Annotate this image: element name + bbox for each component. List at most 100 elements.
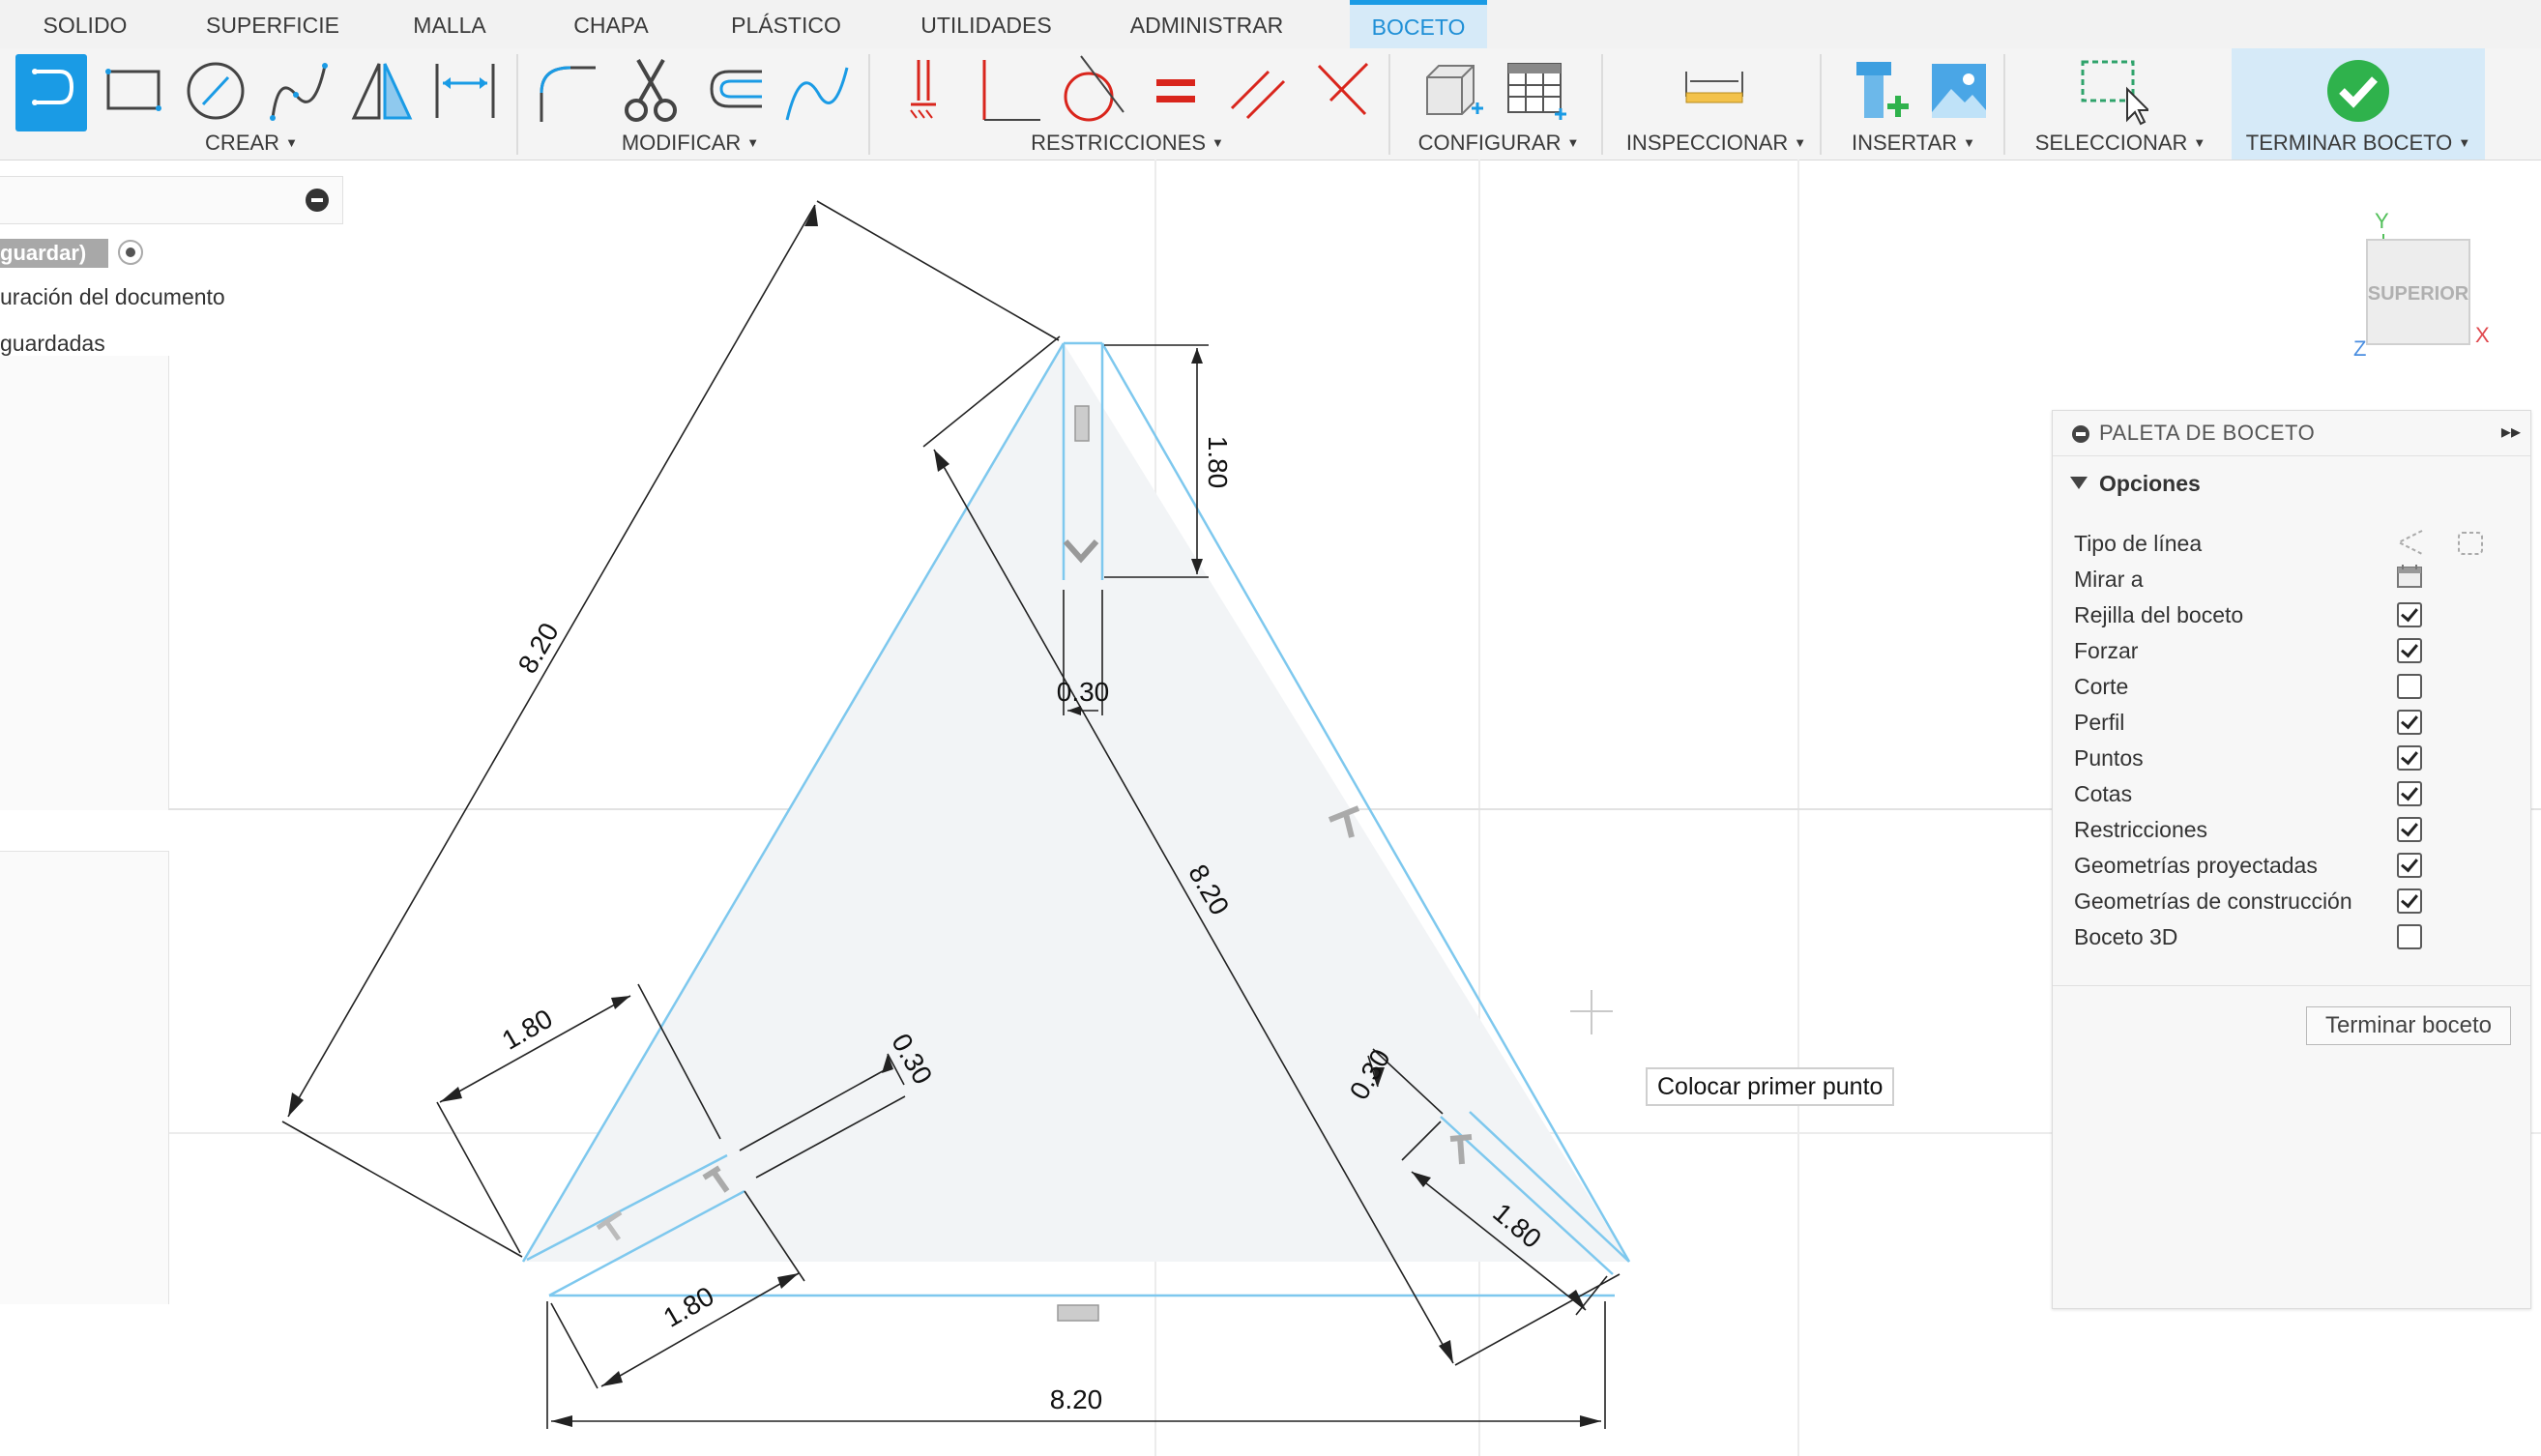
view-cube[interactable]: Y SUPERIOR X Z	[2340, 211, 2495, 365]
options-section-toggle[interactable]: Opciones	[2070, 471, 2201, 497]
separator	[516, 54, 518, 155]
palette-divider	[2053, 985, 2530, 986]
select-box-icon	[2081, 60, 2151, 126]
option-3d-sketch-checkbox[interactable]	[2397, 924, 2422, 949]
tab-plastico[interactable]: PLÁSTICO	[716, 0, 857, 48]
mirror-icon	[351, 63, 413, 120]
option-slice-checkbox[interactable]	[2397, 674, 2422, 699]
option-3d-sketch-label: Boceto 3D	[2074, 924, 2178, 949]
active-document-radio-icon[interactable]	[118, 240, 143, 265]
dimension-top-height[interactable]: 1.80	[1203, 436, 1233, 489]
constraints-menu[interactable]: RESTRICCIONES ▼	[1021, 128, 1234, 159]
insert-menu[interactable]: INSERTAR ▼	[1841, 128, 1986, 159]
rectangle-tool[interactable]	[97, 54, 168, 131]
centerline-icon[interactable]	[2453, 525, 2488, 560]
dimension-bottom-side[interactable]: 8.20	[1050, 1384, 1103, 1414]
ribbon-toolbar: CREAR ▼ MODIFICAR ▼ RESTRICCIONES ▼ CONF…	[0, 48, 2541, 160]
collapse-palette-icon[interactable]	[2072, 425, 2089, 443]
table-icon	[1507, 63, 1566, 120]
tab-solido[interactable]: SOLIDO	[0, 0, 170, 48]
create-menu[interactable]: CREAR ▼	[174, 128, 329, 159]
finish-sketch-tool[interactable]	[2322, 54, 2394, 131]
insert-image-tool[interactable]	[1924, 54, 1996, 131]
spline-tool[interactable]	[263, 54, 335, 131]
dimension-bottom-height[interactable]: 1.80	[658, 1281, 719, 1333]
curve-icon	[785, 67, 849, 121]
offset-tool[interactable]	[698, 54, 770, 131]
image-icon	[1932, 64, 1986, 118]
fillet-tool[interactable]	[532, 54, 603, 131]
palette-header[interactable]: PALETA DE BOCETO ▸▸	[2053, 411, 2530, 456]
offset-icon	[710, 70, 762, 108]
tangent-tool[interactable]	[1056, 54, 1127, 131]
option-profile-checkbox[interactable]	[2397, 710, 2422, 735]
browser-item-settings[interactable]: uración del documento	[0, 284, 225, 310]
option-construction-geometry-checkbox[interactable]	[2397, 888, 2422, 914]
option-look-at-label: Mirar a	[2074, 567, 2144, 592]
perpendicular-icon	[982, 60, 1040, 121]
parallel-tool[interactable]	[1222, 54, 1294, 131]
parallel-icon	[1230, 70, 1286, 120]
separator	[868, 54, 870, 155]
rectangle-icon	[105, 69, 161, 111]
equal-tool[interactable]	[1139, 54, 1211, 131]
expand-palette-icon[interactable]: ▸▸	[2501, 420, 2521, 444]
dimension-tool[interactable]	[429, 54, 501, 131]
browser-item-saved-views[interactable]: guardadas	[0, 331, 105, 357]
tab-chapa[interactable]: CHAPA	[551, 0, 671, 48]
option-points-label: Puntos	[2074, 745, 2144, 771]
dimension-top-gap[interactable]: 0.30	[1057, 677, 1110, 707]
select-tool[interactable]	[2077, 54, 2151, 131]
configure-table-tool[interactable]	[1501, 54, 1572, 131]
measure-tool[interactable]	[1679, 54, 1750, 131]
option-sketch-grid-label: Rejilla del boceto	[2074, 602, 2244, 627]
line-tool[interactable]	[15, 54, 87, 131]
browser-panel-lower	[0, 851, 169, 1304]
coincident-tool[interactable]	[1305, 54, 1377, 131]
separator	[2003, 54, 2005, 155]
perpendicular-tool[interactable]	[973, 54, 1044, 131]
construction-line-icon[interactable]	[2393, 525, 2432, 560]
tab-boceto[interactable]: BOCETO	[1350, 0, 1487, 53]
insert-mcmaster-tool[interactable]	[1843, 54, 1914, 131]
collapse-browser-icon[interactable]	[306, 189, 329, 212]
option-snap-checkbox[interactable]	[2397, 638, 2422, 663]
look-at-icon[interactable]	[2395, 562, 2424, 591]
select-menu[interactable]: SELECCIONAR ▼	[2029, 128, 2212, 159]
tangent-icon	[1064, 55, 1124, 122]
tab-malla[interactable]: MALLA	[387, 0, 512, 48]
axis-x-label: X	[2475, 323, 2490, 347]
fillet-icon	[540, 66, 596, 122]
finish-sketch-menu[interactable]: TERMINAR BOCETO ▼	[2239, 128, 2477, 159]
mirror-tool[interactable]	[346, 54, 418, 131]
circle-tool[interactable]	[180, 54, 251, 131]
conic-curve-tool[interactable]	[781, 54, 853, 131]
inspect-menu[interactable]: INSPECCIONAR ▼	[1624, 128, 1808, 159]
line-icon	[32, 69, 74, 105]
option-points-checkbox[interactable]	[2397, 745, 2422, 771]
option-projected-geometry-label: Geometrías proyectadas	[2074, 853, 2318, 878]
axis-z-label: Z	[2353, 336, 2366, 361]
option-projected-geometry-checkbox[interactable]	[2397, 853, 2422, 878]
option-constraints-checkbox[interactable]	[2397, 817, 2422, 842]
tab-administrar[interactable]: ADMINISTRAR	[1118, 0, 1296, 48]
option-sketch-grid-checkbox[interactable]	[2397, 602, 2422, 627]
separator	[1388, 54, 1390, 155]
finish-sketch-button[interactable]: Terminar boceto	[2306, 1006, 2511, 1045]
configure-menu[interactable]: CONFIGURAR ▼	[1412, 128, 1586, 159]
dimension-left-height[interactable]: 1.80	[497, 1004, 558, 1056]
dimension-icon	[435, 64, 495, 118]
ruler-icon	[1685, 72, 1743, 103]
tab-utilidades[interactable]: UTILIDADES	[907, 0, 1066, 48]
document-name[interactable]: guardar)	[0, 239, 108, 268]
separator	[1601, 54, 1603, 155]
sketch-profile[interactable]	[523, 343, 1629, 1262]
trim-tool[interactable]	[615, 54, 686, 131]
change-parameters-tool[interactable]	[1417, 54, 1489, 131]
tab-superficie[interactable]: SUPERFICIE	[193, 0, 352, 48]
fix-constraint-tool[interactable]	[890, 54, 961, 131]
modify-menu[interactable]: MODIFICAR ▼	[603, 128, 777, 159]
dimension-left-side[interactable]: 8.20	[512, 618, 565, 679]
workspace-tabs: SOLIDO SUPERFICIE MALLA CHAPA PLÁSTICO U…	[0, 0, 2541, 53]
option-dimensions-checkbox[interactable]	[2397, 781, 2422, 806]
